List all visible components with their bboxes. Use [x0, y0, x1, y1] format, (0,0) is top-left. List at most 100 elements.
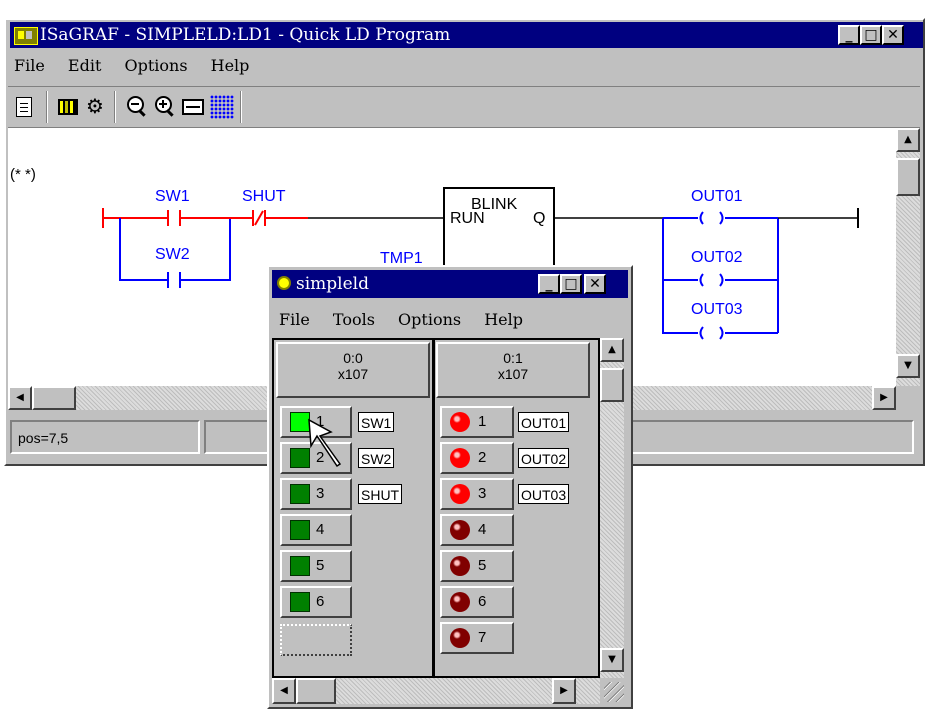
- grid-icon[interactable]: [210, 95, 234, 119]
- main-vertical-scrollbar[interactable]: ▲ ▼: [896, 128, 920, 386]
- output-variable-label: OUT02: [518, 448, 570, 468]
- input-state-indicator[interactable]: [290, 592, 310, 612]
- sim-menu-help[interactable]: Help: [484, 310, 523, 329]
- scroll-left-button[interactable]: ◀: [8, 386, 32, 410]
- board-divider: [432, 340, 435, 676]
- sim-scroll-thumb[interactable]: [600, 368, 624, 402]
- sim-horizontal-scrollbar[interactable]: ◀ ▶: [272, 678, 600, 704]
- out02-coil: [699, 273, 704, 287]
- sim-menu-file[interactable]: File: [279, 310, 310, 329]
- input-state-indicator[interactable]: [290, 484, 310, 504]
- out02-label: OUT02: [691, 249, 743, 266]
- input-channel-number: 6: [316, 593, 325, 610]
- scroll-right-button[interactable]: ▶: [872, 386, 896, 410]
- blink-input-run: RUN: [450, 210, 485, 227]
- input-channel-4[interactable]: 4: [280, 514, 352, 546]
- output-channel-7[interactable]: 7: [440, 622, 514, 654]
- status-position: pos=7,5: [10, 420, 200, 454]
- mouse-cursor-icon: [308, 418, 342, 468]
- menu-options[interactable]: Options: [124, 56, 187, 75]
- sim-scroll-thumb[interactable]: [296, 678, 336, 704]
- input-channel-5[interactable]: 5: [280, 550, 352, 582]
- scroll-thumb[interactable]: [32, 386, 76, 410]
- shut-label: SHUT: [242, 188, 286, 205]
- scroll-up-button[interactable]: ▲: [896, 128, 920, 152]
- sim-menu-options[interactable]: Options: [398, 310, 461, 329]
- minimize-button[interactable]: _: [838, 25, 860, 45]
- scroll-down-button[interactable]: ▼: [896, 354, 920, 378]
- input-variable-label: SHUT: [358, 484, 403, 504]
- output-led-icon: [450, 592, 470, 612]
- menu-edit[interactable]: Edit: [68, 56, 101, 75]
- sim-menu-bar: File Tools Options Help: [279, 310, 541, 329]
- output-channel-1[interactable]: 1: [440, 406, 514, 438]
- out01-label: OUT01: [691, 188, 743, 205]
- output-channel-number: 6: [478, 593, 487, 610]
- sim-title-bar[interactable]: simpleld _ □ ✕: [272, 270, 628, 298]
- sim-app-icon: [277, 276, 291, 290]
- output-channel-6[interactable]: 6: [440, 586, 514, 618]
- board-header-1[interactable]: 0:1 x107: [436, 342, 590, 398]
- output-channel-2[interactable]: 2: [440, 442, 514, 474]
- main-menu-bar: File Edit Options Help: [14, 56, 267, 75]
- output-variable-label: OUT01: [518, 412, 570, 432]
- out03-coil: [719, 326, 724, 340]
- sim-scroll-right-button[interactable]: ▶: [552, 678, 576, 704]
- output-channel-5[interactable]: 5: [440, 550, 514, 582]
- output-led-icon: [450, 448, 470, 468]
- input-state-indicator[interactable]: [290, 556, 310, 576]
- input-channel-3[interactable]: 3: [280, 478, 352, 510]
- input-channel-number: 3: [316, 485, 325, 502]
- out01-coil: [719, 211, 724, 225]
- new-document-icon[interactable]: [16, 97, 32, 117]
- menu-file[interactable]: File: [14, 56, 45, 75]
- zoom-in-icon[interactable]: [154, 95, 176, 119]
- output-led-icon: [450, 520, 470, 540]
- sim-maximize-button[interactable]: □: [560, 274, 582, 294]
- toolbar-separator: [46, 91, 48, 123]
- output-channel-number: 4: [478, 521, 487, 538]
- output-channel-number: 5: [478, 557, 487, 574]
- close-button[interactable]: ✕: [882, 25, 904, 45]
- sim-menu-tools[interactable]: Tools: [333, 310, 375, 329]
- input-channel-6[interactable]: 6: [280, 586, 352, 618]
- sim-close-button[interactable]: ✕: [584, 274, 606, 294]
- sim-minimize-button[interactable]: _: [538, 274, 560, 294]
- sim-scroll-up-button[interactable]: ▲: [600, 338, 624, 362]
- sim-title: simpleld: [296, 274, 369, 294]
- sim-vertical-scrollbar[interactable]: ▲ ▼: [600, 338, 624, 678]
- zoom-out-icon[interactable]: [126, 95, 148, 119]
- output-channel-number: 1: [478, 413, 487, 430]
- input-variable-label: SW1: [358, 412, 395, 432]
- app-icon: [14, 27, 38, 45]
- maximize-button[interactable]: □: [860, 25, 882, 45]
- out03-coil: [699, 326, 704, 340]
- output-channel-4[interactable]: 4: [440, 514, 514, 546]
- input-channel-number: 4: [316, 521, 325, 538]
- input-channel-number: 5: [316, 557, 325, 574]
- output-led-icon: [450, 412, 470, 432]
- output-channel-3[interactable]: 3: [440, 478, 514, 510]
- menu-help[interactable]: Help: [211, 56, 250, 75]
- out01-coil: [699, 211, 704, 225]
- sw2-label: SW2: [155, 246, 190, 263]
- board-header-0[interactable]: 0:0 x107: [276, 342, 430, 398]
- input-slot-empty[interactable]: [280, 624, 352, 656]
- input-variable-label: SW2: [358, 448, 395, 468]
- main-title: ISaGRAF - SIMPLELD:LD1 - Quick LD Progra…: [40, 25, 451, 45]
- library-icon[interactable]: [58, 99, 78, 115]
- output-channel-number: 3: [478, 485, 487, 502]
- fit-width-icon[interactable]: [182, 99, 204, 115]
- sim-scroll-down-button[interactable]: ▼: [600, 648, 624, 672]
- settings-icon[interactable]: ⚙: [84, 94, 106, 118]
- resize-grip[interactable]: [604, 682, 624, 702]
- output-led-icon: [450, 628, 470, 648]
- main-toolbar: ⚙: [8, 86, 920, 128]
- toolbar-separator: [114, 91, 116, 123]
- main-title-bar[interactable]: ISaGRAF - SIMPLELD:LD1 - Quick LD Progra…: [10, 22, 923, 48]
- scroll-thumb[interactable]: [896, 158, 920, 196]
- input-state-indicator[interactable]: [290, 520, 310, 540]
- sim-scroll-left-button[interactable]: ◀: [272, 678, 296, 704]
- sim-client-area: 0:0 x107 0:1 x107 1 SW1 2 SW2 3 SHUT 4 5 6 1 OUT01…: [272, 338, 600, 678]
- out03-label: OUT03: [691, 301, 743, 318]
